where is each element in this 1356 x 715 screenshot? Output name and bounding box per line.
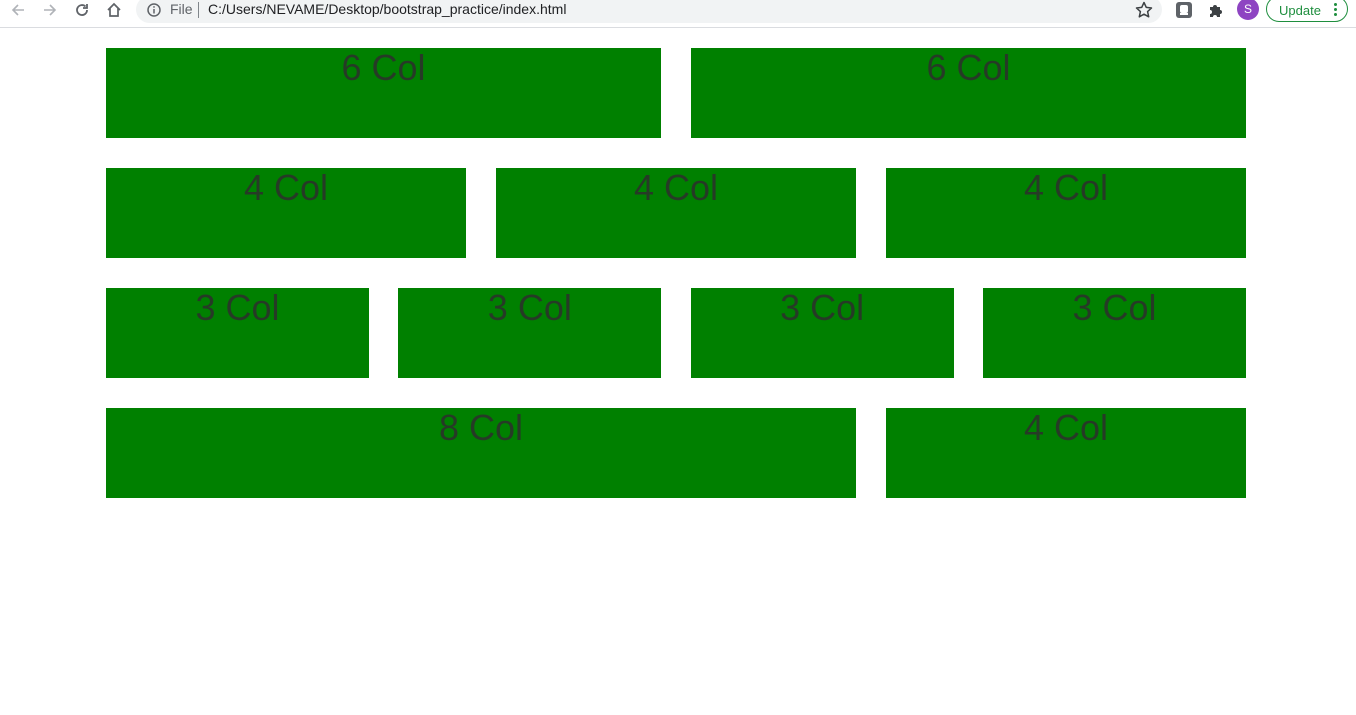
grid-row-4: 8 Col 4 Col: [106, 408, 1246, 498]
address-bar[interactable]: File C:/Users/NEVAME/Desktop/bootstrap_p…: [136, 0, 1162, 23]
info-icon[interactable]: [146, 2, 162, 18]
grid-column: 4 Col: [886, 408, 1246, 498]
profile-avatar[interactable]: S: [1237, 0, 1259, 20]
grid-column: 6 Col: [106, 48, 661, 138]
update-button[interactable]: Update: [1266, 0, 1348, 22]
grid-column: 4 Col: [106, 168, 466, 258]
arrow-right-icon: [44, 4, 57, 16]
grid-column: 6 Col: [691, 48, 1246, 138]
home-button[interactable]: [102, 0, 126, 20]
update-label: Update: [1279, 3, 1321, 18]
grid-column: 3 Col: [690, 288, 954, 378]
reload-icon: [76, 4, 88, 16]
extension-icon[interactable]: [1174, 0, 1194, 20]
grid-column: 4 Col: [496, 168, 856, 258]
grid-column: 3 Col: [106, 288, 369, 378]
grid-row-2: 4 Col 4 Col 4 Col: [106, 168, 1246, 258]
reload-button[interactable]: [70, 0, 94, 20]
url-text[interactable]: C:/Users/NEVAME/Desktop/bootstrap_practi…: [208, 1, 566, 17]
page-content: 6 Col 6 Col 4 Col 4 Col 4 Col 3 Col 3 Co…: [0, 28, 1356, 715]
grid-column: 8 Col: [106, 408, 856, 498]
forward-button[interactable]: [38, 0, 62, 20]
grid-row-1: 6 Col 6 Col: [106, 48, 1246, 138]
grid-column: 3 Col: [982, 288, 1246, 378]
back-button[interactable]: [6, 0, 30, 20]
home-icon: [107, 2, 121, 17]
grid-container: 6 Col 6 Col 4 Col 4 Col 4 Col 3 Col 3 Co…: [106, 48, 1246, 528]
puzzle-icon[interactable]: [1206, 0, 1226, 20]
grid-row-3: 3 Col 3 Col 3 Col 3 Col: [106, 288, 1246, 378]
arrow-left-icon: [11, 4, 24, 16]
grid-column: 4 Col: [886, 168, 1246, 258]
browser-toolbar: File C:/Users/NEVAME/Desktop/bootstrap_p…: [0, 0, 1356, 28]
more-menu-icon[interactable]: [1334, 3, 1338, 17]
grid-column: 3 Col: [398, 288, 662, 378]
site-info-label: File: [170, 1, 193, 17]
star-icon[interactable]: [1134, 0, 1154, 20]
address-separator: [198, 2, 199, 18]
